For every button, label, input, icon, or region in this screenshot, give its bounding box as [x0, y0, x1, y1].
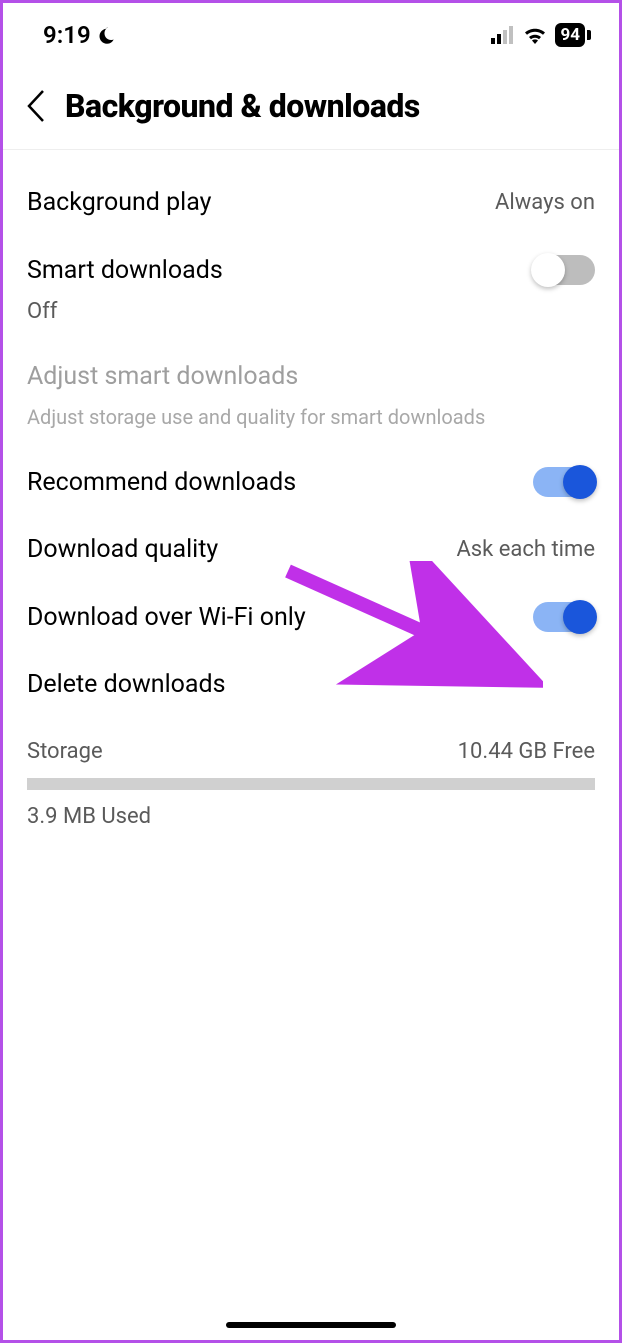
- do-not-disturb-icon: [97, 25, 117, 45]
- download-wifi-only-row[interactable]: Download over Wi-Fi only: [27, 564, 595, 632]
- download-quality-row[interactable]: Download quality Ask each time: [27, 497, 595, 564]
- page-title: Background & downloads: [65, 87, 420, 125]
- recommend-downloads-toggle[interactable]: [533, 467, 595, 497]
- battery-tip-icon: [587, 30, 591, 40]
- wifi-only-toggle[interactable]: [533, 602, 595, 632]
- page-header: Background & downloads: [3, 59, 619, 150]
- toggle-knob-icon: [563, 465, 597, 499]
- toggle-knob-icon: [563, 600, 597, 634]
- adjust-smart-downloads-row: Adjust smart downloads Adjust storage us…: [27, 324, 595, 429]
- home-indicator[interactable]: [226, 1322, 396, 1328]
- setting-label: Download over Wi-Fi only: [27, 603, 306, 632]
- setting-sublabel: Off: [27, 299, 595, 324]
- setting-label: Background play: [27, 188, 211, 217]
- smart-downloads-toggle[interactable]: [533, 255, 595, 285]
- battery-level: 94: [555, 23, 585, 47]
- setting-label: Adjust smart downloads: [27, 362, 298, 391]
- recommend-downloads-row[interactable]: Recommend downloads: [27, 429, 595, 497]
- storage-section: Storage 10.44 GB Free 3.9 MB Used: [27, 739, 595, 829]
- status-bar: 9:19 94: [3, 3, 619, 59]
- storage-free: 10.44 GB Free: [458, 739, 595, 764]
- smart-downloads-row[interactable]: Smart downloads Off: [27, 217, 595, 324]
- setting-label: Download quality: [27, 535, 218, 564]
- setting-label: Delete downloads: [27, 670, 226, 699]
- back-icon[interactable]: [25, 89, 47, 123]
- storage-used: 3.9 MB Used: [27, 804, 595, 829]
- setting-value: Always on: [495, 190, 595, 215]
- settings-list: Background play Always on Smart download…: [3, 150, 619, 829]
- storage-label: Storage: [27, 739, 103, 764]
- setting-value: Ask each time: [456, 537, 595, 562]
- background-play-row[interactable]: Background play Always on: [27, 150, 595, 217]
- status-time-group: 9:19: [43, 21, 117, 49]
- wifi-icon: [523, 25, 547, 45]
- delete-downloads-row[interactable]: Delete downloads: [27, 632, 595, 699]
- setting-label: Smart downloads: [27, 256, 223, 285]
- setting-description: Adjust storage use and quality for smart…: [27, 405, 595, 429]
- toggle-knob-icon: [531, 253, 565, 287]
- signal-icon: [491, 25, 515, 45]
- status-time: 9:19: [43, 21, 91, 49]
- setting-label: Recommend downloads: [27, 468, 296, 497]
- status-indicators: 94: [491, 23, 591, 47]
- storage-bar: [27, 778, 595, 790]
